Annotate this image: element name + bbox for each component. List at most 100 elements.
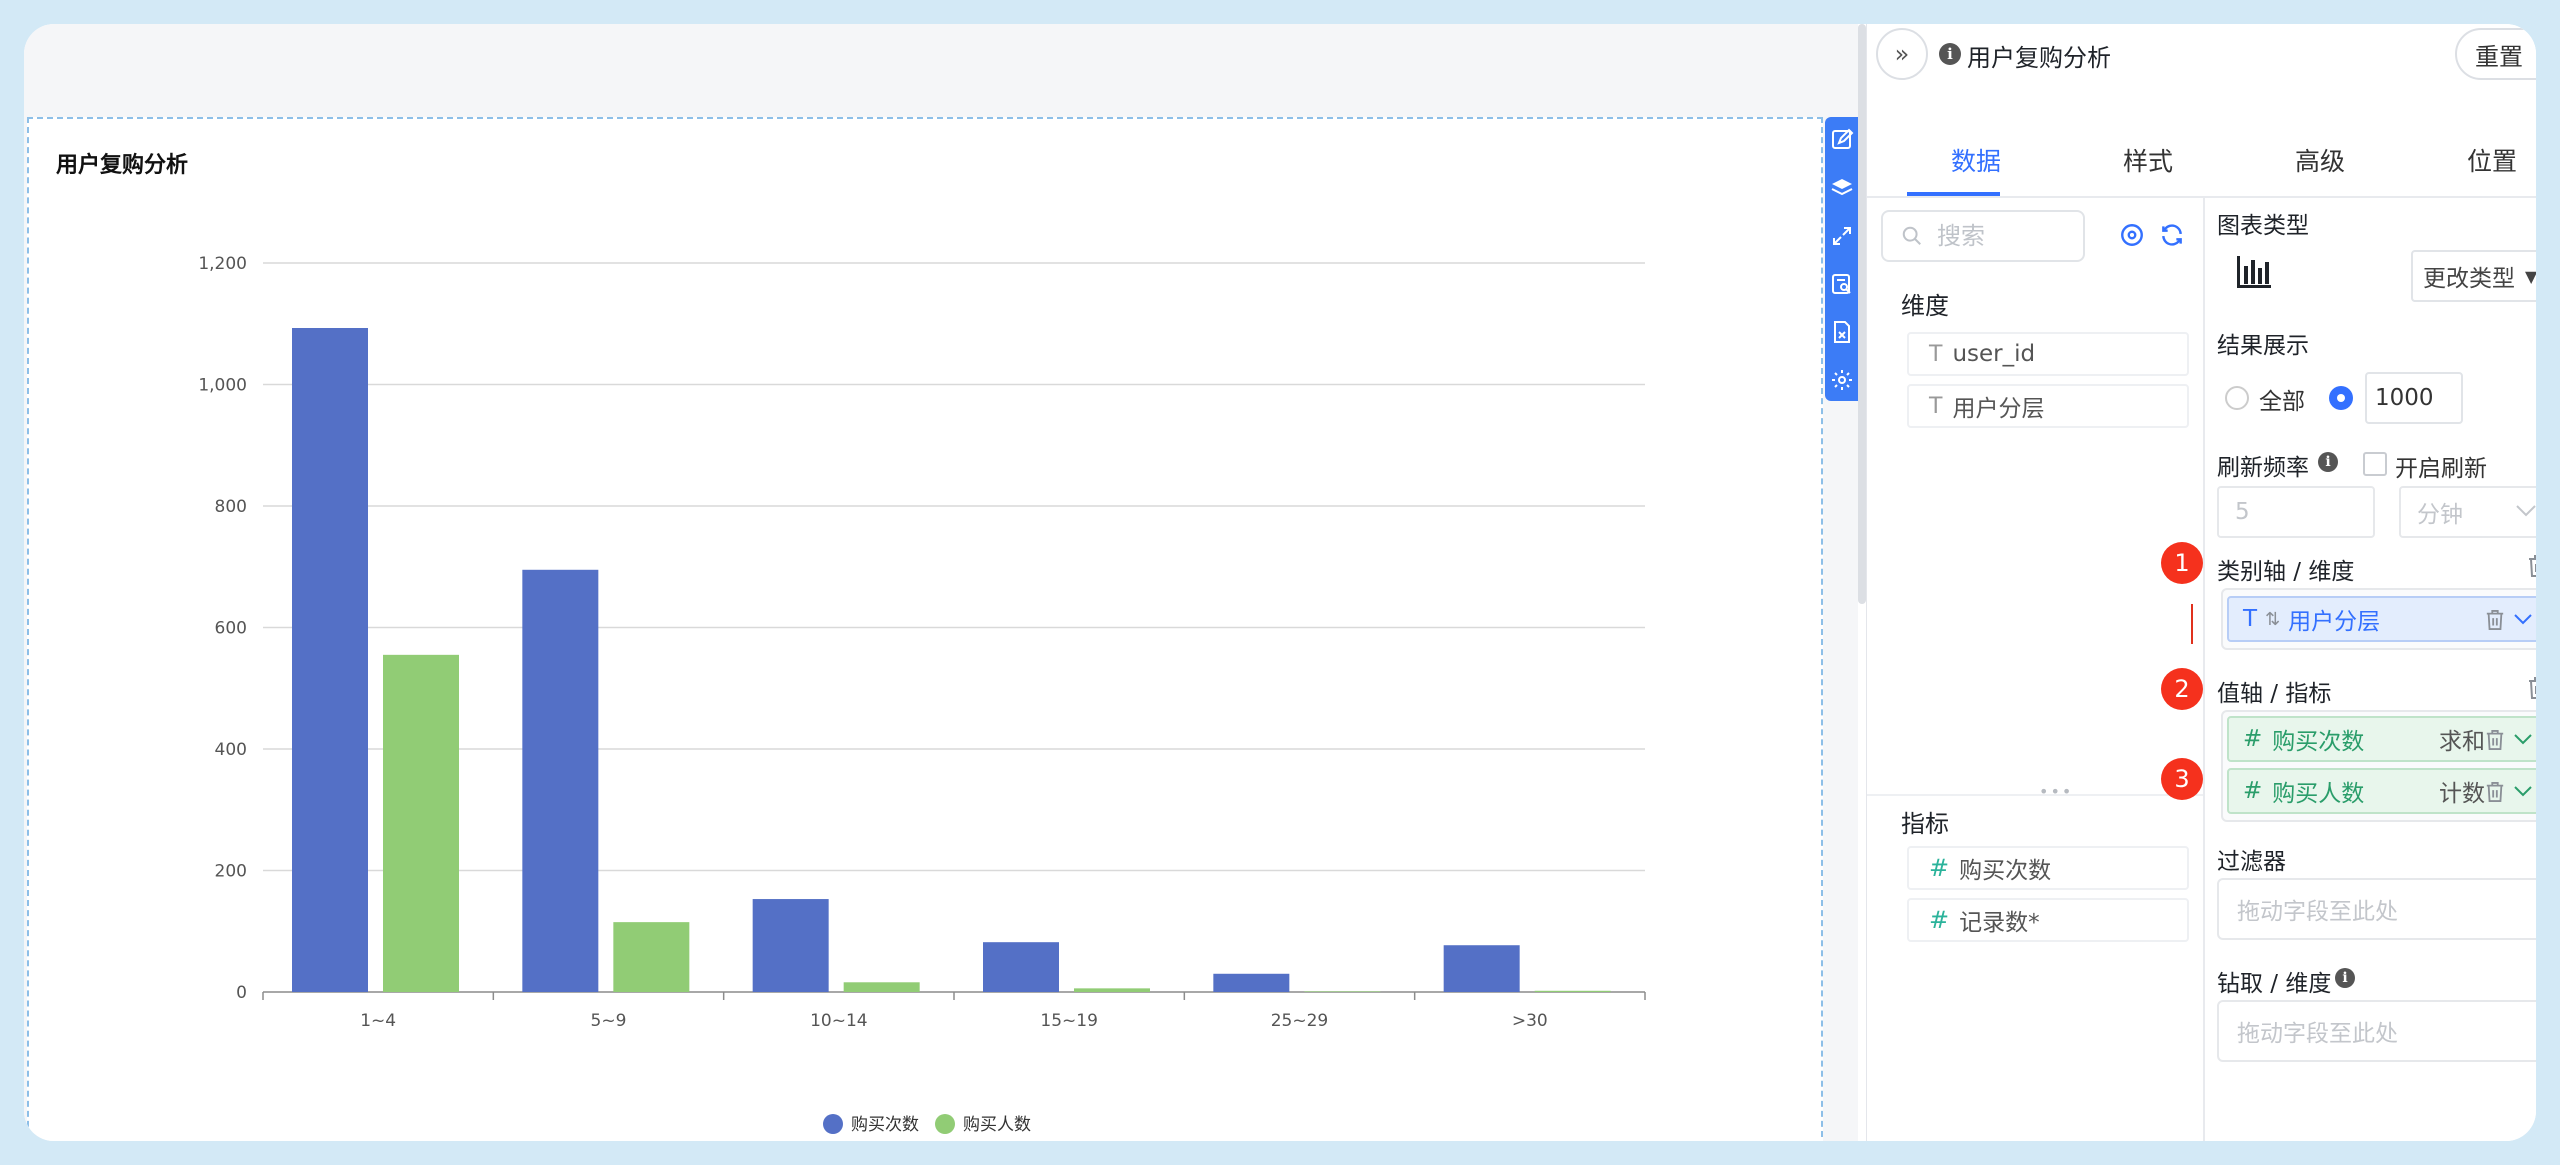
enable-refresh-checkbox[interactable] xyxy=(2363,452,2387,476)
text-type-icon: T xyxy=(1929,341,1943,367)
result-display-label: 结果展示 xyxy=(2217,333,2309,359)
measure-pill[interactable]: # 购买人数 计数 xyxy=(2227,768,2536,814)
y-tick-label: 1,000 xyxy=(198,376,247,396)
chevron-down-icon[interactable] xyxy=(2513,613,2533,625)
y-tick-label: 800 xyxy=(215,497,247,517)
collapse-panel-button[interactable]: » xyxy=(1876,28,1928,80)
search-input[interactable] xyxy=(1937,222,2057,250)
filter-dropzone[interactable]: 拖动字段至此处 xyxy=(2217,878,2536,940)
bar-series-1 xyxy=(292,328,368,992)
x-tick-label: 25~29 xyxy=(1271,1011,1329,1031)
measure-field[interactable]: # 购买次数 xyxy=(1907,846,2189,890)
refresh-icon[interactable] xyxy=(2159,222,2185,248)
refresh-unit-value: 分钟 xyxy=(2417,502,2463,528)
annotation-marker-3: 3 xyxy=(2161,758,2203,800)
dimension-field[interactable]: T user_id xyxy=(1907,332,2189,376)
edit-icon[interactable] xyxy=(1827,123,1857,157)
field-search[interactable] xyxy=(1881,210,2085,262)
tab-advanced[interactable]: 高级 xyxy=(2295,142,2345,178)
legend-label: 购买次数 xyxy=(851,1115,919,1135)
pill-label: 购买次数 xyxy=(2272,729,2365,755)
panel-header: » i 用户复购分析 重置 xyxy=(1867,24,2536,104)
chart-card[interactable]: 用户复购分析 0 200 400 600 800 1,000 1,200 1~4 5~9 10~1… xyxy=(27,117,1823,1141)
layers-icon[interactable] xyxy=(1827,171,1857,205)
number-type-icon: # xyxy=(1929,906,1950,934)
export-icon[interactable] xyxy=(1827,315,1857,349)
field-label: 用户分层 xyxy=(1952,396,2045,422)
bar-chart: 0 200 400 600 800 1,000 1,200 1~4 5~9 10~14 15~19 2… xyxy=(198,254,1646,1135)
expand-icon[interactable] xyxy=(1827,219,1857,253)
panel-title: 用户复购分析 xyxy=(1967,44,2111,72)
tab-position[interactable]: 位置 xyxy=(2467,142,2517,178)
dimension-field[interactable]: T 用户分层 xyxy=(1907,384,2189,428)
refresh-interval-input[interactable]: 5 xyxy=(2217,486,2375,538)
number-type-icon: # xyxy=(2243,778,2263,804)
annotation-marker-1: 1 xyxy=(2161,542,2203,584)
annotation-marker-2: 2 xyxy=(2161,668,2203,710)
pill-label: 购买人数 xyxy=(2272,781,2365,807)
chevron-down-icon[interactable] xyxy=(2513,785,2533,797)
radio-all-label: 全部 xyxy=(2259,389,2305,415)
y-tick-label: 600 xyxy=(215,619,247,639)
bar-series-1 xyxy=(983,942,1059,992)
dashboard-canvas: 用户复购分析 0 200 400 600 800 1,000 1,200 1~4 5~9 10~1… xyxy=(24,24,1866,1141)
aggregation-label[interactable]: 求和 xyxy=(2439,722,2485,756)
bar-series-2 xyxy=(613,922,690,992)
chevron-down-icon[interactable] xyxy=(2513,733,2533,745)
trash-icon[interactable] xyxy=(2527,554,2536,578)
filter-label: 过滤器 xyxy=(2217,849,2286,875)
settings-icon[interactable] xyxy=(1827,363,1857,397)
x-tick-label: 15~19 xyxy=(1040,1011,1098,1031)
info-icon[interactable]: i xyxy=(2335,968,2355,988)
aggregation-label[interactable]: 计数 xyxy=(2439,774,2485,808)
measure-section-title: 指标 xyxy=(1901,810,1949,838)
reset-button[interactable]: 重置 xyxy=(2455,28,2536,80)
canvas-scrollbar[interactable] xyxy=(1858,24,1866,604)
tab-style[interactable]: 样式 xyxy=(2123,142,2173,178)
measure-field[interactable]: # 记录数* xyxy=(1907,898,2189,942)
sort-icon[interactable]: ⇅ xyxy=(2265,609,2280,630)
radio-limit[interactable] xyxy=(2329,386,2353,410)
chart-toolbar xyxy=(1825,117,1859,401)
drop-indicator xyxy=(2191,604,2193,644)
search-icon xyxy=(1902,226,1921,245)
change-type-label: 更改类型 xyxy=(2423,266,2515,292)
bar-series-2 xyxy=(1074,988,1150,992)
y-tick-label: 1,200 xyxy=(198,254,247,274)
config-tabs: 数据 样式 高级 位置 xyxy=(1867,122,2536,198)
x-tick-label: >30 xyxy=(1512,1011,1548,1031)
search-data-icon[interactable] xyxy=(1827,267,1857,301)
bar-chart-icon[interactable] xyxy=(2233,252,2273,292)
trash-icon[interactable] xyxy=(2527,676,2536,700)
info-icon[interactable]: i xyxy=(2318,452,2338,472)
tab-data[interactable]: 数据 xyxy=(1951,142,2001,178)
y-tick-label: 200 xyxy=(215,862,247,882)
result-limit-input[interactable] xyxy=(2365,372,2463,424)
field-label: user_id xyxy=(1952,341,2036,367)
trash-icon[interactable] xyxy=(2485,781,2505,803)
chevron-down-icon xyxy=(2516,505,2536,517)
bar-series-1 xyxy=(522,569,599,992)
caret-down-icon: ▼ xyxy=(2525,266,2536,286)
eye-icon[interactable] xyxy=(2119,222,2145,248)
bar-series-1 xyxy=(1443,945,1520,992)
info-icon[interactable]: i xyxy=(1939,43,1961,65)
trash-icon[interactable] xyxy=(2485,609,2505,631)
drill-label: 钻取 / 维度 xyxy=(2217,971,2332,997)
radio-all[interactable] xyxy=(2225,386,2249,410)
refresh-rate-label: 刷新频率 xyxy=(2217,455,2309,481)
category-pill[interactable]: T ⇅ 用户分层 xyxy=(2227,596,2536,642)
double-chevron-right-icon: » xyxy=(1894,40,1910,68)
legend-marker xyxy=(935,1114,955,1134)
change-type-dropdown[interactable]: 更改类型 ▼ xyxy=(2411,250,2536,302)
resize-handle-icon[interactable]: ••• xyxy=(2039,782,2073,801)
measure-pill[interactable]: # 购买次数 求和 xyxy=(2227,716,2536,762)
bar-series-1 xyxy=(752,899,829,992)
x-tick-label: 5~9 xyxy=(591,1011,627,1031)
drill-dropzone[interactable]: 拖动字段至此处 xyxy=(2217,1000,2536,1062)
y-tick-label: 0 xyxy=(236,983,247,1003)
value-axis-label: 值轴 / 指标 xyxy=(2217,681,2332,707)
text-type-icon: T xyxy=(1929,393,1943,419)
refresh-unit-select[interactable]: 分钟 xyxy=(2399,486,2536,538)
trash-icon[interactable] xyxy=(2485,729,2505,751)
